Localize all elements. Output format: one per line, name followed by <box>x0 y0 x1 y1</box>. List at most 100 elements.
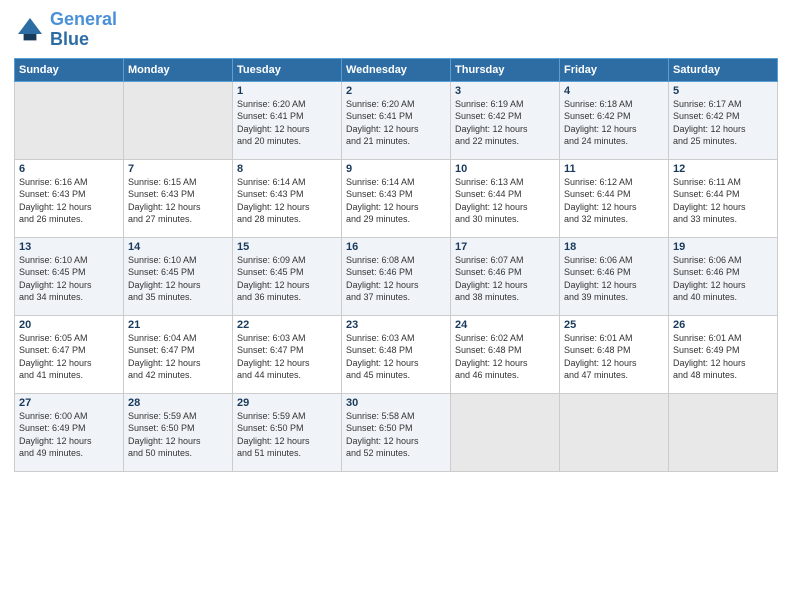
calendar-cell: 5Sunrise: 6:17 AM Sunset: 6:42 PM Daylig… <box>669 81 778 159</box>
calendar-cell: 14Sunrise: 6:10 AM Sunset: 6:45 PM Dayli… <box>124 237 233 315</box>
day-number: 26 <box>673 319 773 331</box>
day-number: 21 <box>128 319 228 331</box>
day-number: 3 <box>455 85 555 97</box>
header: General Blue <box>14 10 778 50</box>
day-number: 14 <box>128 241 228 253</box>
day-number: 9 <box>346 163 446 175</box>
day-info: Sunrise: 6:01 AM Sunset: 6:48 PM Dayligh… <box>564 332 664 382</box>
day-number: 16 <box>346 241 446 253</box>
day-info: Sunrise: 6:16 AM Sunset: 6:43 PM Dayligh… <box>19 176 119 226</box>
calendar-cell: 26Sunrise: 6:01 AM Sunset: 6:49 PM Dayli… <box>669 315 778 393</box>
header-cell-friday: Friday <box>560 58 669 81</box>
calendar-cell: 10Sunrise: 6:13 AM Sunset: 6:44 PM Dayli… <box>451 159 560 237</box>
week-row-3: 13Sunrise: 6:10 AM Sunset: 6:45 PM Dayli… <box>15 237 778 315</box>
day-info: Sunrise: 6:05 AM Sunset: 6:47 PM Dayligh… <box>19 332 119 382</box>
page-container: General Blue SundayMondayTuesdayWednesda… <box>0 0 792 482</box>
calendar-cell: 6Sunrise: 6:16 AM Sunset: 6:43 PM Daylig… <box>15 159 124 237</box>
calendar-cell: 15Sunrise: 6:09 AM Sunset: 6:45 PM Dayli… <box>233 237 342 315</box>
calendar-cell: 19Sunrise: 6:06 AM Sunset: 6:46 PM Dayli… <box>669 237 778 315</box>
day-number: 30 <box>346 397 446 409</box>
day-number: 29 <box>237 397 337 409</box>
day-info: Sunrise: 6:19 AM Sunset: 6:42 PM Dayligh… <box>455 98 555 148</box>
day-info: Sunrise: 6:07 AM Sunset: 6:46 PM Dayligh… <box>455 254 555 304</box>
day-number: 28 <box>128 397 228 409</box>
day-info: Sunrise: 6:13 AM Sunset: 6:44 PM Dayligh… <box>455 176 555 226</box>
calendar-cell: 28Sunrise: 5:59 AM Sunset: 6:50 PM Dayli… <box>124 393 233 471</box>
day-info: Sunrise: 6:06 AM Sunset: 6:46 PM Dayligh… <box>564 254 664 304</box>
day-number: 20 <box>19 319 119 331</box>
day-number: 13 <box>19 241 119 253</box>
day-number: 5 <box>673 85 773 97</box>
day-number: 18 <box>564 241 664 253</box>
calendar-cell: 3Sunrise: 6:19 AM Sunset: 6:42 PM Daylig… <box>451 81 560 159</box>
week-row-1: 1Sunrise: 6:20 AM Sunset: 6:41 PM Daylig… <box>15 81 778 159</box>
calendar-cell <box>15 81 124 159</box>
calendar-cell: 13Sunrise: 6:10 AM Sunset: 6:45 PM Dayli… <box>15 237 124 315</box>
day-info: Sunrise: 6:17 AM Sunset: 6:42 PM Dayligh… <box>673 98 773 148</box>
calendar-cell: 24Sunrise: 6:02 AM Sunset: 6:48 PM Dayli… <box>451 315 560 393</box>
header-cell-saturday: Saturday <box>669 58 778 81</box>
calendar-cell: 29Sunrise: 5:59 AM Sunset: 6:50 PM Dayli… <box>233 393 342 471</box>
week-row-4: 20Sunrise: 6:05 AM Sunset: 6:47 PM Dayli… <box>15 315 778 393</box>
day-number: 15 <box>237 241 337 253</box>
logo-icon <box>14 14 46 46</box>
day-info: Sunrise: 6:03 AM Sunset: 6:48 PM Dayligh… <box>346 332 446 382</box>
calendar-cell: 12Sunrise: 6:11 AM Sunset: 6:44 PM Dayli… <box>669 159 778 237</box>
header-row: SundayMondayTuesdayWednesdayThursdayFrid… <box>15 58 778 81</box>
day-number: 27 <box>19 397 119 409</box>
day-number: 22 <box>237 319 337 331</box>
header-cell-tuesday: Tuesday <box>233 58 342 81</box>
week-row-2: 6Sunrise: 6:16 AM Sunset: 6:43 PM Daylig… <box>15 159 778 237</box>
day-info: Sunrise: 6:15 AM Sunset: 6:43 PM Dayligh… <box>128 176 228 226</box>
day-number: 1 <box>237 85 337 97</box>
calendar-cell: 11Sunrise: 6:12 AM Sunset: 6:44 PM Dayli… <box>560 159 669 237</box>
day-number: 11 <box>564 163 664 175</box>
day-info: Sunrise: 6:06 AM Sunset: 6:46 PM Dayligh… <box>673 254 773 304</box>
day-number: 8 <box>237 163 337 175</box>
calendar-cell: 25Sunrise: 6:01 AM Sunset: 6:48 PM Dayli… <box>560 315 669 393</box>
calendar-cell: 20Sunrise: 6:05 AM Sunset: 6:47 PM Dayli… <box>15 315 124 393</box>
day-info: Sunrise: 6:09 AM Sunset: 6:45 PM Dayligh… <box>237 254 337 304</box>
day-info: Sunrise: 6:02 AM Sunset: 6:48 PM Dayligh… <box>455 332 555 382</box>
calendar-cell: 9Sunrise: 6:14 AM Sunset: 6:43 PM Daylig… <box>342 159 451 237</box>
day-info: Sunrise: 6:04 AM Sunset: 6:47 PM Dayligh… <box>128 332 228 382</box>
calendar-cell: 4Sunrise: 6:18 AM Sunset: 6:42 PM Daylig… <box>560 81 669 159</box>
day-number: 4 <box>564 85 664 97</box>
day-number: 2 <box>346 85 446 97</box>
day-info: Sunrise: 6:14 AM Sunset: 6:43 PM Dayligh… <box>346 176 446 226</box>
calendar-cell: 2Sunrise: 6:20 AM Sunset: 6:41 PM Daylig… <box>342 81 451 159</box>
day-number: 17 <box>455 241 555 253</box>
day-number: 7 <box>128 163 228 175</box>
day-number: 25 <box>564 319 664 331</box>
day-number: 24 <box>455 319 555 331</box>
day-number: 6 <box>19 163 119 175</box>
day-info: Sunrise: 6:18 AM Sunset: 6:42 PM Dayligh… <box>564 98 664 148</box>
header-cell-thursday: Thursday <box>451 58 560 81</box>
day-number: 19 <box>673 241 773 253</box>
day-info: Sunrise: 6:11 AM Sunset: 6:44 PM Dayligh… <box>673 176 773 226</box>
calendar-cell: 30Sunrise: 5:58 AM Sunset: 6:50 PM Dayli… <box>342 393 451 471</box>
calendar-header: SundayMondayTuesdayWednesdayThursdayFrid… <box>15 58 778 81</box>
day-info: Sunrise: 6:03 AM Sunset: 6:47 PM Dayligh… <box>237 332 337 382</box>
day-info: Sunrise: 6:01 AM Sunset: 6:49 PM Dayligh… <box>673 332 773 382</box>
day-info: Sunrise: 6:00 AM Sunset: 6:49 PM Dayligh… <box>19 410 119 460</box>
day-info: Sunrise: 5:59 AM Sunset: 6:50 PM Dayligh… <box>128 410 228 460</box>
day-info: Sunrise: 6:12 AM Sunset: 6:44 PM Dayligh… <box>564 176 664 226</box>
calendar-cell: 23Sunrise: 6:03 AM Sunset: 6:48 PM Dayli… <box>342 315 451 393</box>
day-info: Sunrise: 6:10 AM Sunset: 6:45 PM Dayligh… <box>19 254 119 304</box>
calendar-cell: 21Sunrise: 6:04 AM Sunset: 6:47 PM Dayli… <box>124 315 233 393</box>
day-info: Sunrise: 5:59 AM Sunset: 6:50 PM Dayligh… <box>237 410 337 460</box>
calendar-body: 1Sunrise: 6:20 AM Sunset: 6:41 PM Daylig… <box>15 81 778 471</box>
calendar-cell: 8Sunrise: 6:14 AM Sunset: 6:43 PM Daylig… <box>233 159 342 237</box>
calendar-cell: 17Sunrise: 6:07 AM Sunset: 6:46 PM Dayli… <box>451 237 560 315</box>
day-info: Sunrise: 5:58 AM Sunset: 6:50 PM Dayligh… <box>346 410 446 460</box>
day-number: 23 <box>346 319 446 331</box>
header-cell-monday: Monday <box>124 58 233 81</box>
header-cell-sunday: Sunday <box>15 58 124 81</box>
logo-text: General Blue <box>50 10 117 50</box>
day-number: 10 <box>455 163 555 175</box>
header-cell-wednesday: Wednesday <box>342 58 451 81</box>
calendar-cell: 18Sunrise: 6:06 AM Sunset: 6:46 PM Dayli… <box>560 237 669 315</box>
day-info: Sunrise: 6:20 AM Sunset: 6:41 PM Dayligh… <box>237 98 337 148</box>
calendar-cell: 16Sunrise: 6:08 AM Sunset: 6:46 PM Dayli… <box>342 237 451 315</box>
